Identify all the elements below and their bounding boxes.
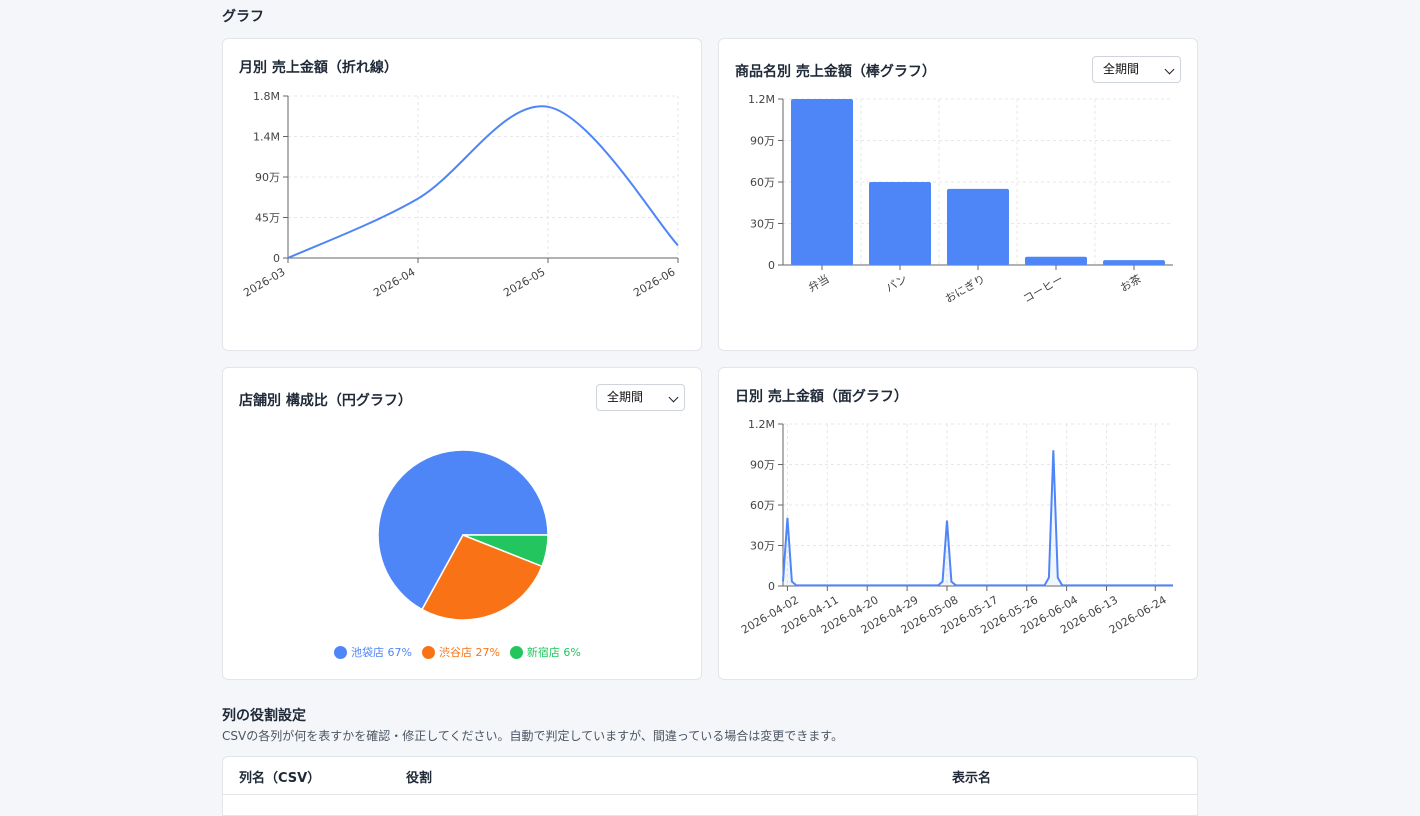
- legend-label: 池袋店 67%: [351, 646, 412, 659]
- legend-label: 新宿店 6%: [526, 646, 581, 659]
- area-fill: [783, 450, 1173, 586]
- product-bar-card: 商品名別 売上金額（棒グラフ） 全期間 0 30万 60万 90万 1.2M 弁当 パン おに…: [718, 38, 1198, 351]
- y-tick-label: 90万: [750, 459, 775, 472]
- legend-item: 新宿店 6%: [509, 644, 581, 660]
- legend-swatch: [509, 645, 523, 659]
- y-tick-label: 1.2M: [748, 418, 775, 431]
- monthly-line-card: 月別 売上金額（折れ線） 0 45万 90万 1.4M 1.8M 2026-03 2026-…: [222, 38, 702, 351]
- x-tick-label: コーヒー: [1021, 272, 1066, 305]
- column-header-display-name: 表示名: [952, 771, 992, 786]
- store-pie-chart: [377, 449, 549, 621]
- daily-area-chart: 030万60万90万1.2M2026-04-022026-04-112026-0…: [739, 418, 1173, 637]
- x-tick-label: おにぎり: [942, 271, 987, 305]
- role-settings-title: 列の役割設定: [222, 708, 306, 724]
- y-tick-label: 30万: [750, 540, 775, 553]
- section-title: グラフ: [222, 9, 264, 25]
- role-settings-description: CSVの各列が何を表すかを確認・修正してください。自動で判定していますが、間違っ…: [222, 729, 844, 743]
- y-tick-label: 1.8M: [253, 90, 280, 103]
- y-tick-label: 30万: [750, 218, 775, 231]
- x-tick-label: 2026-04: [371, 265, 417, 299]
- legend-swatch: [334, 645, 347, 659]
- series-line: [782, 450, 1173, 587]
- legend-swatch: [421, 645, 435, 659]
- column-header-csv-name: 列名（CSV）: [239, 771, 321, 786]
- bar: [1103, 260, 1165, 265]
- product-bar-chart: 0 30万 60万 90万 1.2M 弁当 パン おにぎり コーヒー お茶: [748, 93, 1173, 306]
- y-tick-label: 0: [768, 259, 775, 272]
- y-tick-label: 60万: [750, 176, 775, 189]
- x-tick-label: 2026-05: [501, 265, 547, 299]
- y-tick-label: 0: [273, 252, 280, 265]
- monthly-line-chart: 0 45万 90万 1.4M 1.8M 2026-03 2026-04 2026-05 2026…: [241, 90, 679, 300]
- series-line: [287, 105, 679, 259]
- column-header-role: 役割: [406, 771, 433, 786]
- y-tick-label: 1.2M: [748, 93, 775, 106]
- bar: [1025, 256, 1087, 265]
- x-tick-label: 弁当: [805, 271, 831, 294]
- y-tick-label: 1.4M: [253, 131, 280, 144]
- y-tick-label: 45万: [255, 212, 280, 225]
- legend-item: 池袋店 67%: [334, 644, 412, 660]
- x-tick-label: お茶: [1118, 272, 1144, 294]
- legend-label: 渋谷店 27%: [438, 646, 500, 659]
- y-tick-label: 90万: [255, 171, 280, 184]
- bar: [869, 182, 931, 265]
- bar: [947, 188, 1009, 265]
- x-tick-label: 2026-03: [241, 265, 287, 299]
- table-header-divider: [223, 794, 1197, 795]
- x-tick-label: パン: [883, 272, 909, 295]
- legend-item: 渋谷店 27%: [421, 644, 500, 660]
- x-tick-label: 2026-06: [631, 265, 677, 299]
- y-tick-label: 60万: [750, 499, 775, 512]
- y-tick-label: 0: [768, 580, 775, 593]
- y-tick-label: 90万: [750, 135, 775, 148]
- bar: [791, 99, 853, 265]
- store-pie-card: 店舗別 構成比（円グラフ） 全期間: [222, 367, 702, 680]
- daily-area-card: 日別 売上金額（面グラフ） 0 30万 60万 90万 1.2M 2026-04-02 20…: [718, 367, 1198, 680]
- pie-legend: 池袋店 67% 渋谷店 27% 新宿店 6%: [334, 644, 581, 660]
- role-settings-table: 列名（CSV） 役割 表示名: [222, 756, 1198, 816]
